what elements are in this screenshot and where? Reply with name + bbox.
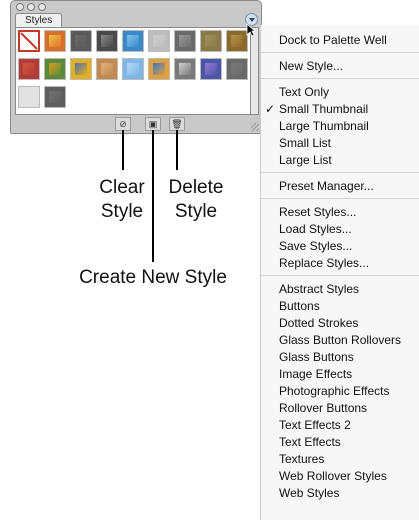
- palette-tab-row: Styles: [15, 13, 258, 28]
- swatch-8[interactable]: [226, 30, 248, 52]
- swatch-14[interactable]: [148, 58, 170, 80]
- menu-item-dock-to-palette-well[interactable]: Dock to Palette Well: [279, 33, 387, 48]
- menu-item-dotted-strokes[interactable]: Dotted Strokes: [279, 316, 358, 331]
- delete-style-callout-line2: Style: [174, 201, 218, 222]
- delete-style-callout-line1: Delete: [168, 177, 224, 198]
- menu-item-preset-manager[interactable]: Preset Manager...: [279, 179, 374, 194]
- swatch-9-preview: [23, 63, 35, 75]
- menu-item-web-styles[interactable]: Web Styles: [279, 486, 339, 501]
- menu-item-new-style[interactable]: New Style...: [279, 59, 343, 74]
- minimize-window-icon[interactable]: [27, 3, 35, 11]
- swatch-12-preview: [101, 63, 113, 75]
- menu-separator: [261, 275, 419, 276]
- swatch-5[interactable]: [148, 30, 170, 52]
- no-style-slash-icon: [20, 32, 38, 50]
- swatch-16[interactable]: [200, 58, 222, 80]
- menu-separator: [261, 78, 419, 79]
- menu-item-small-thumbnail[interactable]: Small Thumbnail: [279, 102, 368, 117]
- menu-item-small-list[interactable]: Small List: [279, 136, 331, 151]
- menu-item-abstract-styles[interactable]: Abstract Styles: [279, 282, 359, 297]
- close-window-icon[interactable]: [16, 3, 24, 11]
- create-new-style-callout: Create New Style: [79, 267, 227, 288]
- swatch-11[interactable]: [70, 58, 92, 80]
- menu-separator: [261, 198, 419, 199]
- clear-style-callout-line2: Style: [100, 201, 144, 222]
- menu-item-glass-buttons[interactable]: Glass Buttons: [279, 350, 354, 365]
- menu-item-load-styles[interactable]: Load Styles...: [279, 222, 352, 237]
- menu-separator: [261, 52, 419, 53]
- menu-item-rollover-buttons[interactable]: Rollover Buttons: [279, 401, 367, 416]
- swatch-17-preview: [231, 63, 243, 75]
- zoom-window-icon[interactable]: [38, 3, 46, 11]
- clear-style-callout: Clear Style: [84, 176, 160, 224]
- swatches-scrollbar[interactable]: [251, 27, 259, 115]
- menu-item-web-rollover-styles[interactable]: Web Rollover Styles: [279, 469, 387, 484]
- swatch-no-style[interactable]: [18, 30, 40, 52]
- swatch-1-preview: [49, 35, 61, 47]
- menu-item-large-thumbnail[interactable]: Large Thumbnail: [279, 119, 369, 134]
- swatch-3-preview: [101, 35, 113, 47]
- swatch-16-preview: [205, 63, 217, 75]
- styles-palette: Styles ⊘ ▣ 🗑: [10, 0, 262, 134]
- menu-item-text-effects[interactable]: Text Effects: [279, 435, 341, 450]
- window-controls: [16, 3, 46, 11]
- swatch-17[interactable]: [226, 58, 248, 80]
- create-new-style-button[interactable]: ▣: [145, 117, 161, 131]
- swatch-6[interactable]: [174, 30, 196, 52]
- swatch-11-preview: [75, 63, 87, 75]
- styles-palette-menu: Dock to Palette Well New Style... Text Onl…: [260, 25, 419, 520]
- swatch-19-preview: [49, 91, 61, 103]
- menu-item-large-list[interactable]: Large List: [279, 153, 332, 168]
- swatch-13[interactable]: [122, 58, 144, 80]
- swatch-19[interactable]: [44, 86, 66, 108]
- delete-style-callout: Delete Style: [158, 176, 234, 224]
- arrow-cursor-icon: [246, 23, 256, 37]
- swatch-2[interactable]: [70, 30, 92, 52]
- menu-item-text-only[interactable]: Text Only: [279, 85, 329, 100]
- swatch-13-preview: [127, 63, 139, 75]
- swatch-7-preview: [205, 35, 217, 47]
- clear-style-button[interactable]: ⊘: [115, 117, 131, 131]
- clear-style-callout-line1: Clear: [99, 177, 145, 198]
- resize-grip-icon[interactable]: [251, 123, 259, 131]
- menu-item-image-effects[interactable]: Image Effects: [279, 367, 352, 382]
- menu-item-save-styles[interactable]: Save Styles...: [279, 239, 352, 254]
- menu-item-glass-button-rollovers[interactable]: Glass Button Rollovers: [279, 333, 401, 348]
- swatch-7[interactable]: [200, 30, 222, 52]
- swatch-9[interactable]: [18, 58, 40, 80]
- style-swatches-grid: [15, 27, 251, 115]
- swatch-3[interactable]: [96, 30, 118, 52]
- swatch-10-preview: [49, 63, 61, 75]
- menu-item-replace-styles[interactable]: Replace Styles...: [279, 256, 369, 271]
- swatch-5-preview: [153, 35, 165, 47]
- palette-titlebar[interactable]: [11, 1, 261, 13]
- swatch-6-preview: [179, 35, 191, 47]
- swatch-15[interactable]: [174, 58, 196, 80]
- swatch-4[interactable]: [122, 30, 144, 52]
- menu-item-reset-styles[interactable]: Reset Styles...: [279, 205, 356, 220]
- menu-separator: [261, 172, 419, 173]
- swatch-1[interactable]: [44, 30, 66, 52]
- clear-style-callout-line: [122, 130, 124, 170]
- swatch-10[interactable]: [44, 58, 66, 80]
- swatch-18[interactable]: [18, 86, 40, 108]
- swatch-15-preview: [179, 63, 191, 75]
- menu-item-textures[interactable]: Textures: [279, 452, 324, 467]
- tab-styles[interactable]: Styles: [15, 13, 63, 28]
- delete-style-button[interactable]: 🗑: [169, 117, 185, 131]
- swatch-14-preview: [153, 63, 165, 75]
- menu-item-text-effects-2[interactable]: Text Effects 2: [279, 418, 351, 433]
- delete-style-callout-line: [176, 130, 178, 170]
- swatch-8-preview: [231, 35, 243, 47]
- checkmark-icon: ✓: [265, 102, 276, 116]
- swatch-18-preview: [23, 91, 35, 103]
- swatch-12[interactable]: [96, 58, 118, 80]
- palette-bottom-bar: ⊘ ▣ 🗑: [15, 117, 259, 131]
- swatch-2-preview: [75, 35, 87, 47]
- swatch-4-preview: [127, 35, 139, 47]
- menu-item-buttons[interactable]: Buttons: [279, 299, 320, 314]
- menu-item-photographic-effects[interactable]: Photographic Effects: [279, 384, 390, 399]
